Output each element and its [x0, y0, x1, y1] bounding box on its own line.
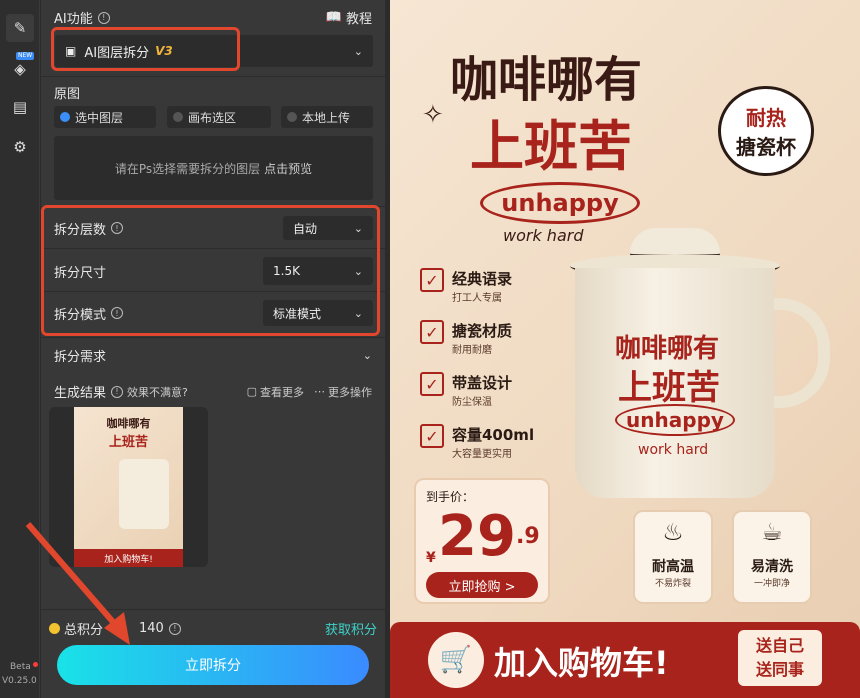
feature-sub: 防尘保温 — [452, 397, 492, 408]
edit-icon[interactable]: ✎ — [6, 14, 34, 42]
mug-slogan: work hard — [638, 442, 709, 458]
option-local-upload[interactable]: 本地上传 — [281, 106, 373, 128]
feature-item: ✓ 经典语录打工人专属 — [420, 268, 534, 304]
price-integer: 29 — [438, 504, 516, 569]
badge-line2: 搪瓷杯 — [736, 135, 796, 159]
price-decimal: .9 — [516, 524, 540, 549]
preview-link[interactable]: 点击预览 — [264, 160, 312, 177]
check-icon: ✓ — [420, 268, 444, 292]
highlight-box — [41, 205, 380, 336]
notification-dot — [33, 662, 38, 667]
currency-symbol: ¥ — [426, 550, 436, 566]
check-icon: ✓ — [420, 424, 444, 448]
hint-text: 请在Ps选择需要拆分的图层 — [114, 161, 261, 176]
result-label: 生成结果 — [54, 386, 107, 401]
feature-item: ✓ 搪瓷材质耐用耐磨 — [420, 320, 534, 356]
feature-list: ✓ 经典语录打工人专属 ✓ 搪瓷材质耐用耐磨 ✓ 带盖设计防尘保温 ✓ 容量40… — [420, 268, 534, 460]
mug-illustration: 咖啡哪有 上班苦 unhappy work hard — [570, 228, 830, 498]
cart-icon: 🛒 — [428, 632, 484, 688]
version-label: V0.25.0 — [2, 676, 37, 686]
get-points-link[interactable]: 获取积分 — [325, 619, 377, 638]
cart-text: 加入购物车! — [494, 644, 669, 682]
original-label: 原图 — [54, 87, 81, 102]
cart-banner: 🛒 加入购物车! 送自己 送同事 — [390, 622, 860, 698]
sparkle-icon: ✧ — [422, 100, 444, 130]
tag1-title: 耐高温 — [652, 559, 694, 575]
heat-icon: ♨ — [662, 518, 684, 546]
radio-checked-icon — [60, 112, 70, 122]
points-value: 140 — [139, 621, 164, 636]
ai-func-label: AI功能 — [54, 12, 93, 27]
radio-icon — [287, 112, 297, 122]
tutorial-label: 教程 — [345, 12, 372, 27]
more-ops-link[interactable]: 更多操作 — [328, 384, 372, 400]
feature-title: 经典语录 — [452, 270, 513, 288]
badge-line1: 耐热 — [746, 106, 786, 130]
gift-line1: 送自己 — [755, 636, 804, 655]
split-now-button[interactable]: 立即拆分 — [57, 645, 369, 685]
tag1-sub: 不易炸裂 — [654, 579, 691, 589]
info-icon[interactable]: ! — [97, 11, 110, 24]
feature-sub: 耐用耐磨 — [452, 345, 492, 356]
info-icon[interactable]: ! — [111, 385, 124, 398]
price-label: 到手价： — [426, 490, 475, 504]
gift-line2: 送同事 — [755, 660, 804, 679]
poster-title1: 咖啡哪有 — [450, 52, 643, 108]
new-badge: NEW — [16, 52, 35, 60]
split-needs-row[interactable]: 拆分需求 ⌄ — [41, 346, 385, 365]
feature-title: 搪瓷材质 — [452, 322, 513, 340]
thumb-title1: 咖啡哪有 — [106, 417, 151, 430]
option-selected-layer[interactable]: 选中图层 — [54, 106, 156, 128]
poster-brand: unhappy — [480, 182, 640, 224]
gear-icon[interactable]: ⚙ — [6, 133, 34, 161]
heat-tag: ♨ 耐高温 不易炸裂 — [633, 510, 713, 604]
view-icon: ▢ — [246, 385, 257, 398]
thumb-title2: 上班苦 — [108, 435, 148, 450]
needs-label: 拆分需求 — [54, 350, 107, 365]
tag2-sub: 一冲即净 — [753, 579, 790, 589]
poster-title2: 上班苦 — [470, 115, 632, 178]
book-icon: 📖 — [325, 10, 342, 25]
info-icon[interactable]: ! — [168, 622, 181, 635]
mug-title2: 上班苦 — [618, 368, 720, 408]
speech-bubble: 耐热 搪瓷杯 — [718, 86, 814, 176]
unsatisfied-link[interactable]: 效果不满意? — [127, 384, 188, 400]
mug-brand: unhappy — [615, 404, 735, 436]
tutorial-link[interactable]: 📖 教程 — [326, 8, 372, 27]
preview-dropzone[interactable]: 请在Ps选择需要拆分的图层 点击预览 — [54, 136, 373, 200]
gift-tag: 送自己 送同事 — [738, 630, 822, 686]
feature-item: ✓ 容量400ml 大容量更实用 — [420, 424, 534, 460]
feature-title: 容量400ml — [452, 426, 535, 444]
radio-icon — [173, 112, 183, 122]
buy-now-button: 立即抢购 > — [426, 572, 538, 598]
feature-sub: 大容量更实用 — [452, 449, 512, 460]
canvas-preview: 咖啡哪有 上班苦 ✧ unhappy work hard 耐热 搪瓷杯 ✓ 经典… — [390, 0, 860, 698]
option-label: 本地上传 — [302, 110, 351, 125]
thumb-mug — [119, 459, 169, 529]
more-icon: ⋯ — [314, 385, 325, 398]
feature-item: ✓ 带盖设计防尘保温 — [420, 372, 534, 408]
price-card: 到手价： ¥ 29 .9 立即抢购 > — [414, 478, 550, 604]
option-label: 画布选区 — [188, 110, 237, 125]
option-canvas-selection[interactable]: 画布选区 — [167, 106, 271, 128]
view-more-link[interactable]: 查看更多 — [260, 384, 304, 400]
feature-title: 带盖设计 — [452, 374, 513, 392]
chevron-down-icon: ⌄ — [362, 349, 372, 362]
clean-tag: ☕ 易清洗 一冲即净 — [732, 510, 812, 604]
check-icon: ✓ — [420, 320, 444, 344]
highlight-box — [51, 27, 240, 71]
option-label: 选中图层 — [75, 110, 124, 125]
feature-sub: 打工人专属 — [452, 293, 502, 304]
document-icon[interactable]: ▤ — [6, 93, 34, 121]
check-icon: ✓ — [420, 372, 444, 396]
arrow-annotation — [25, 522, 130, 645]
chevron-down-icon: ⌄ — [353, 44, 363, 58]
tag2-title: 易清洗 — [751, 559, 793, 575]
poster-slogan: work hard — [503, 226, 584, 245]
cup-icon: ☕ — [761, 518, 783, 546]
beta-label: Beta — [10, 662, 31, 672]
